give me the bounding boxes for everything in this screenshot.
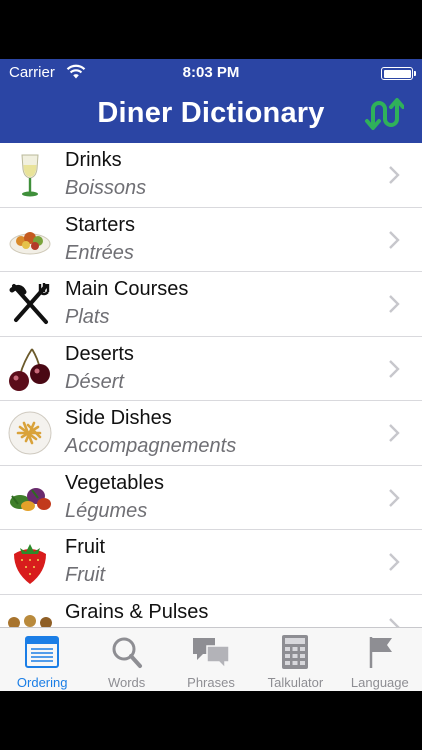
status-time: 8:03 PM: [182, 64, 240, 81]
fries-plate-icon: [8, 411, 52, 455]
top-bezel: [0, 0, 422, 59]
speech-bubbles-icon: [193, 638, 230, 670]
salad-bowl-icon: [9, 231, 51, 254]
category-translation: Plats: [65, 306, 110, 328]
category-name: Side Dishes: [65, 407, 172, 429]
page-title: Diner Dictionary: [97, 97, 325, 129]
chevron-right-icon: [389, 553, 400, 571]
category-name: Grains & Pulses: [65, 600, 209, 623]
category-name: Drinks: [65, 149, 122, 171]
app-screen: Carrier 8:03 PM Diner Dictionary Drinks …: [0, 59, 422, 691]
tab-ordering[interactable]: Ordering: [0, 628, 84, 691]
category-translation: Légumes: [65, 499, 148, 522]
category-name: Vegetables: [65, 471, 164, 494]
tab-label: Ordering: [16, 675, 68, 690]
list-item-side-dishes[interactable]: Side Dishes Accompagnements: [0, 401, 422, 466]
list-item-main-courses[interactable]: Main Courses Plats: [0, 272, 422, 337]
battery-level: [383, 69, 411, 78]
fork-knife-icon: [9, 283, 50, 324]
category-name: Main Courses: [65, 278, 189, 300]
tab-phrases[interactable]: Phrases: [169, 628, 253, 691]
vegetables-icon: [10, 487, 51, 511]
list-item-drinks[interactable]: Drinks Boissons: [0, 143, 422, 208]
swap-arrows-icon[interactable]: [364, 97, 404, 131]
tab-language[interactable]: Language: [338, 628, 422, 691]
category-name: Deserts: [65, 342, 134, 365]
list-item-grains-pulses[interactable]: Grains & Pulses: [0, 595, 422, 627]
tab-label: Language: [350, 675, 409, 690]
navigation-bar: Carrier 8:03 PM Diner Dictionary: [0, 59, 422, 143]
category-name: Fruit: [65, 536, 105, 558]
chevron-right-icon: [389, 488, 400, 507]
list-item-deserts[interactable]: Deserts Désert: [0, 337, 422, 401]
list-item-vegetables[interactable]: Vegetables Légumes: [0, 466, 422, 530]
chevron-right-icon: [389, 166, 400, 184]
category-translation: Entrées: [65, 241, 134, 264]
category-translation: Désert: [65, 370, 124, 393]
chevron-right-icon: [389, 230, 400, 249]
category-name: Starters: [65, 213, 136, 236]
chevron-right-icon: [389, 359, 400, 378]
battery-icon: [381, 67, 416, 80]
cherries-icon: [9, 348, 50, 391]
category-translation: Boissons: [65, 177, 147, 199]
list-item-fruit[interactable]: Fruit Fruit: [0, 530, 422, 595]
ordering-icon: [25, 636, 60, 668]
grains-icon: [8, 614, 52, 627]
strawberry-icon: [14, 544, 46, 584]
tab-talkulator[interactable]: Talkulator: [253, 628, 337, 691]
tab-label: Phrases: [187, 675, 235, 690]
category-list: Drinks Boissons Starters Entrées Main Co…: [0, 143, 422, 627]
magnifier-icon: [112, 637, 142, 668]
wine-glass-icon: [21, 154, 39, 197]
list-item-starters[interactable]: Starters Entrées: [0, 208, 422, 272]
category-translation: Accompagnements: [65, 435, 237, 457]
chevron-right-icon: [389, 424, 400, 442]
flag-icon: [369, 637, 392, 668]
tab-label: Talkulator: [267, 675, 324, 690]
chevron-right-icon: [389, 617, 400, 627]
category-translation: Fruit: [65, 564, 105, 586]
tab-words[interactable]: Words: [84, 628, 168, 691]
bottom-bezel: [0, 691, 422, 750]
status-bar: Carrier 8:03 PM: [0, 59, 422, 85]
tab-bar: Ordering Words Phrases Talkulator Langua…: [0, 627, 422, 691]
tab-label: Words: [107, 675, 146, 690]
chevron-right-icon: [389, 295, 400, 313]
calculator-icon: [282, 635, 309, 669]
